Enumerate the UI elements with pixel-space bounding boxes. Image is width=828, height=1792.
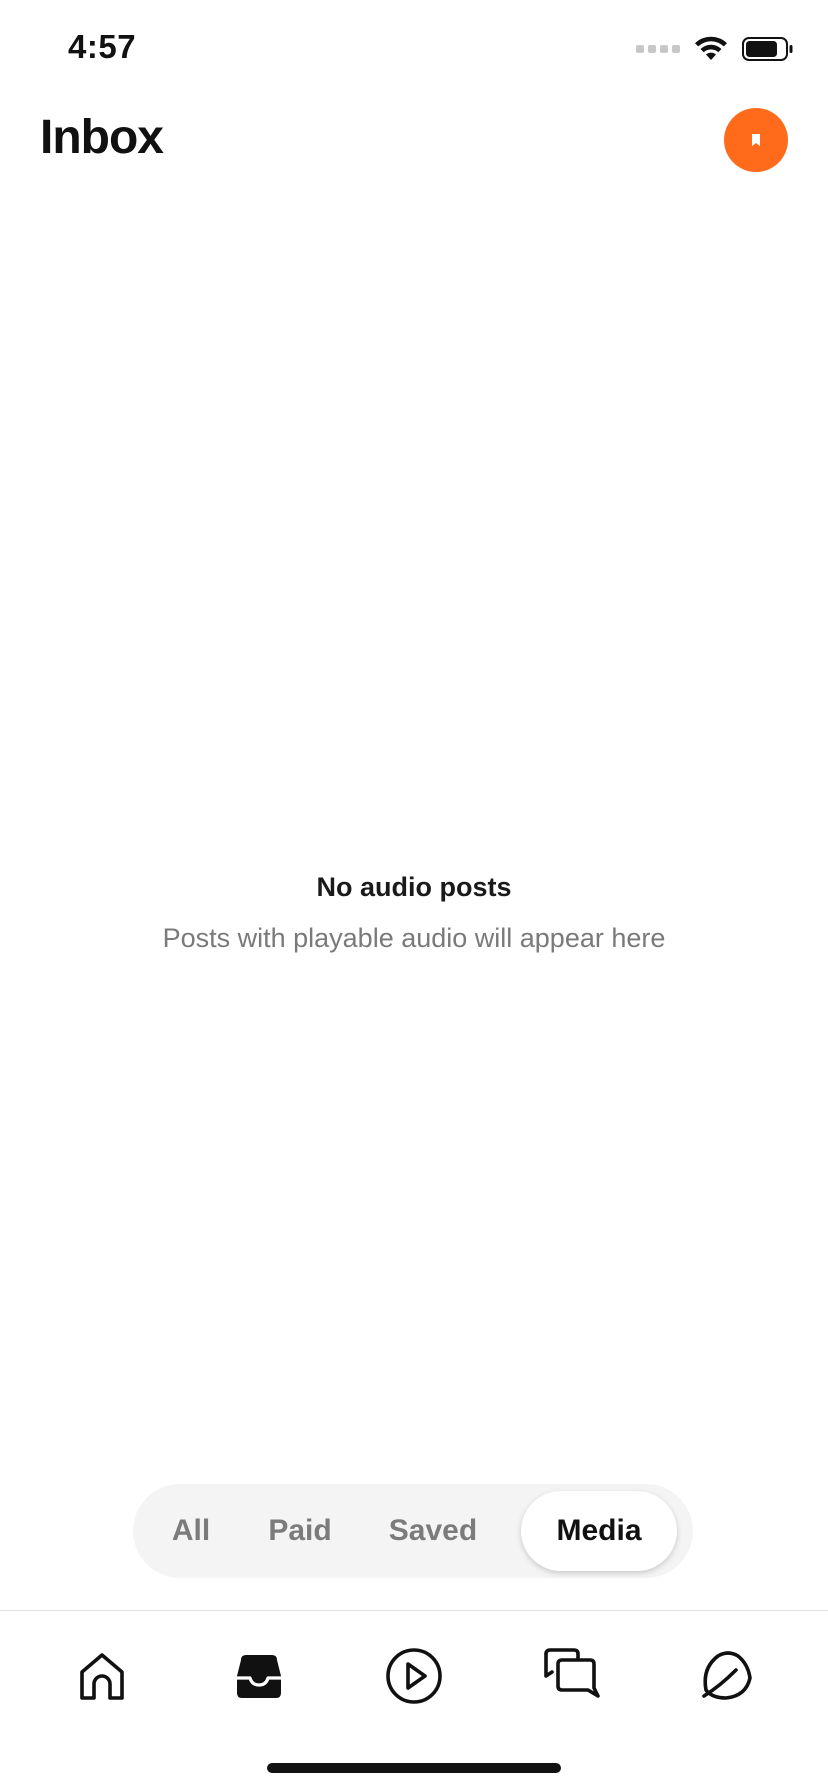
bookmark-icon — [752, 134, 760, 146]
inbox-screen: 4:57 Inbox No audio posts Posts with pla… — [0, 0, 828, 1792]
wifi-icon — [695, 36, 727, 60]
empty-state-subtitle: Posts with playable audio will appear he… — [162, 923, 666, 953]
nav-profile-button[interactable] — [691, 1641, 761, 1711]
filter-tab-all[interactable]: All — [139, 1491, 243, 1571]
play-icon — [386, 1648, 442, 1704]
home-indicator — [267, 1763, 561, 1773]
filter-tab-saved[interactable]: Saved — [357, 1491, 509, 1571]
home-icon — [80, 1653, 124, 1700]
filter-tab-paid[interactable]: Paid — [243, 1491, 357, 1571]
nav-play-button[interactable] — [379, 1641, 449, 1711]
chat-icon — [544, 1648, 600, 1698]
profile-avatar-button[interactable] — [724, 108, 788, 172]
filter-tab-media[interactable]: Media — [521, 1491, 677, 1571]
nav-inbox-button[interactable] — [224, 1641, 294, 1711]
status-time: 4:57 — [68, 28, 137, 65]
inbox-icon — [237, 1655, 281, 1698]
bottom-tab-bar — [0, 1611, 828, 1731]
page-title: Inbox — [40, 111, 164, 164]
cellular-signal-icon — [636, 45, 680, 53]
filter-segmented-control: All Paid Saved Media — [133, 1484, 693, 1578]
nav-chat-button[interactable] — [535, 1641, 605, 1711]
nav-home-button[interactable] — [67, 1641, 137, 1711]
empty-state: No audio posts Posts with playable audio… — [0, 872, 828, 954]
profile-leaf-icon — [702, 1651, 752, 1700]
status-icons — [636, 36, 794, 62]
battery-icon — [742, 37, 793, 61]
empty-state-title: No audio posts — [316, 872, 512, 902]
